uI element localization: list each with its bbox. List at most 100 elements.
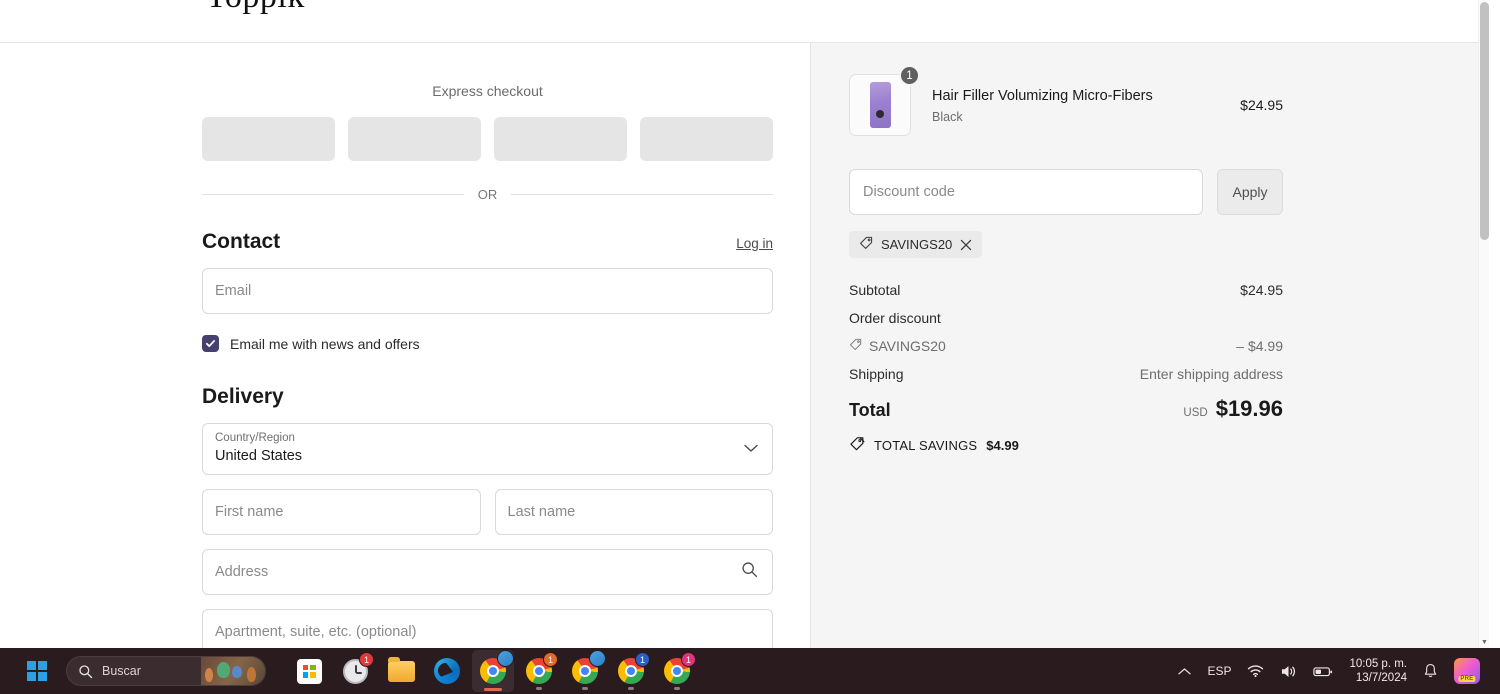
search-illustration-icon xyxy=(201,657,265,685)
country-region-label: Country/Region xyxy=(215,432,295,444)
order-summary: 1 Hair Filler Volumizing Micro-Fibers Bl… xyxy=(849,63,1283,455)
taskbar-app-file-explorer[interactable] xyxy=(380,650,422,692)
total-savings-amount: $4.99 xyxy=(986,438,1019,453)
total-label: Total xyxy=(849,400,891,420)
taskbar-app-chrome-1[interactable] xyxy=(472,650,514,692)
contact-title: Contact xyxy=(202,230,281,253)
contact-section-header: Contact Log in xyxy=(202,230,773,254)
windows-taskbar: Buscar 1 1 1 1 ESP 10:05 p. m. 13/7/2024… xyxy=(0,648,1500,694)
order-summary-column: 1 Hair Filler Volumizing Micro-Fibers Bl… xyxy=(810,43,1489,648)
email-placeholder: Email xyxy=(215,283,252,299)
or-label: OR xyxy=(477,187,498,202)
divider-line-right xyxy=(511,194,773,195)
totals-list: Subtotal $24.95 Order discount SAVINGS20… xyxy=(849,282,1283,455)
totals-row-total: Total USD $19.96 xyxy=(849,396,1283,422)
address-field[interactable]: Address xyxy=(202,549,773,595)
chrome-badge: 1 xyxy=(681,652,696,667)
clock-badge: 1 xyxy=(359,652,374,667)
quantity-badge: 1 xyxy=(899,65,920,86)
first-name-field[interactable]: First name xyxy=(202,489,481,535)
line-item-details: Hair Filler Volumizing Micro-Fibers Blac… xyxy=(932,87,1240,124)
chevron-down-icon xyxy=(744,440,758,458)
product-bottle-graphic xyxy=(869,82,891,128)
wifi-icon xyxy=(1248,665,1264,678)
express-checkout-title: Express checkout xyxy=(432,83,543,99)
totals-label: Shipping xyxy=(849,366,904,382)
applied-discount-code: SAVINGS20 xyxy=(881,237,953,252)
discount-row: Discount code Apply xyxy=(849,169,1283,215)
total-savings-row: TOTAL SAVINGS $4.99 xyxy=(849,436,1283,455)
savings-tag-icon xyxy=(849,436,865,455)
battery-icon xyxy=(1313,666,1333,676)
show-hidden-icons-button[interactable] xyxy=(1170,651,1199,691)
checkout-form: Express checkout OR Contact Log in Email… xyxy=(202,43,773,648)
chrome-badge: 1 xyxy=(543,652,558,667)
microsoft-edge-icon xyxy=(434,658,460,684)
bell-icon xyxy=(1424,663,1437,678)
express-pay-button-2[interactable] xyxy=(348,117,481,161)
page-scrollbar[interactable]: ▼ xyxy=(1478,0,1489,648)
start-button[interactable] xyxy=(16,650,58,692)
taskbar-app-microsoft-store[interactable] xyxy=(288,650,330,692)
country-region-select[interactable]: Country/Region United States xyxy=(202,423,773,475)
remove-discount-icon[interactable] xyxy=(960,239,972,251)
search-input[interactable]: Buscar xyxy=(66,656,266,686)
notifications-button[interactable] xyxy=(1415,651,1446,691)
apply-discount-button[interactable]: Apply xyxy=(1217,169,1283,215)
totals-value: $24.95 xyxy=(1240,282,1283,298)
volume-button[interactable] xyxy=(1272,651,1305,691)
tag-icon xyxy=(849,338,862,354)
address-placeholder: Address xyxy=(215,564,269,580)
express-pay-button-4[interactable] xyxy=(640,117,773,161)
country-region-value: United States xyxy=(215,448,303,464)
newsletter-row[interactable]: Email me with news and offers xyxy=(202,335,773,352)
copilot-button[interactable]: PRE xyxy=(1446,651,1488,691)
scrollbar-thumb[interactable] xyxy=(1480,2,1489,240)
total-savings-label: TOTAL SAVINGS xyxy=(874,438,978,453)
desktop-screen: Toppik™ Express checkout OR xyxy=(0,0,1500,694)
discount-code-input[interactable]: Discount code xyxy=(849,169,1203,215)
search-icon xyxy=(78,664,93,679)
line-item: 1 Hair Filler Volumizing Micro-Fibers Bl… xyxy=(849,65,1283,136)
discount-code-placeholder: Discount code xyxy=(863,184,955,200)
taskbar-app-clock[interactable]: 1 xyxy=(334,650,376,692)
chrome-badge: 1 xyxy=(635,652,650,667)
newsletter-label: Email me with news and offers xyxy=(230,335,420,352)
battery-button[interactable] xyxy=(1305,651,1341,691)
scroll-down-arrow-icon[interactable]: ▼ xyxy=(1479,639,1489,647)
taskbar-app-chrome-2[interactable]: 1 xyxy=(518,650,560,692)
express-checkout-buttons xyxy=(202,117,773,161)
totals-row-shipping: Shipping Enter shipping address xyxy=(849,366,1283,382)
divider-line-left xyxy=(202,194,464,195)
apartment-field[interactable]: Apartment, suite, etc. (optional) xyxy=(202,609,773,648)
taskbar-app-chrome-3[interactable] xyxy=(564,650,606,692)
checkout-columns: Express checkout OR Contact Log in Email… xyxy=(0,43,1489,648)
language-indicator[interactable]: ESP xyxy=(1199,651,1239,691)
line-item-variant: Black xyxy=(932,109,963,124)
totals-row-subtotal: Subtotal $24.95 xyxy=(849,282,1283,298)
tag-icon xyxy=(859,236,873,253)
copilot-preview-tag: PRE xyxy=(1458,676,1476,682)
delivery-title: Delivery xyxy=(202,385,284,408)
totals-label: Subtotal xyxy=(849,282,901,298)
taskbar-app-microsoft-edge[interactable] xyxy=(426,650,468,692)
taskbar-app-chrome-4[interactable]: 1 xyxy=(610,650,652,692)
search-icon[interactable] xyxy=(741,561,758,583)
microsoft-store-icon xyxy=(296,658,322,684)
chrome-extension-badge-icon xyxy=(497,650,514,667)
express-pay-button-1[interactable] xyxy=(202,117,335,161)
site-header: Toppik™ xyxy=(0,0,1489,43)
clock-datetime[interactable]: 10:05 p. m. 13/7/2024 xyxy=(1341,657,1415,685)
wifi-button[interactable] xyxy=(1239,651,1272,691)
taskbar-app-chrome-5[interactable]: 1 xyxy=(656,650,698,692)
log-in-link[interactable]: Log in xyxy=(736,236,773,251)
last-name-field[interactable]: Last name xyxy=(494,489,773,535)
total-currency: USD xyxy=(1183,407,1208,419)
totals-label: Order discount xyxy=(849,310,941,326)
express-pay-button-3[interactable] xyxy=(494,117,627,161)
totals-label: SAVINGS20 xyxy=(869,338,946,354)
newsletter-checkbox[interactable] xyxy=(202,335,219,352)
check-icon xyxy=(205,340,216,348)
email-field[interactable]: Email xyxy=(202,268,773,314)
site-logo[interactable]: Toppik™ xyxy=(206,0,314,16)
